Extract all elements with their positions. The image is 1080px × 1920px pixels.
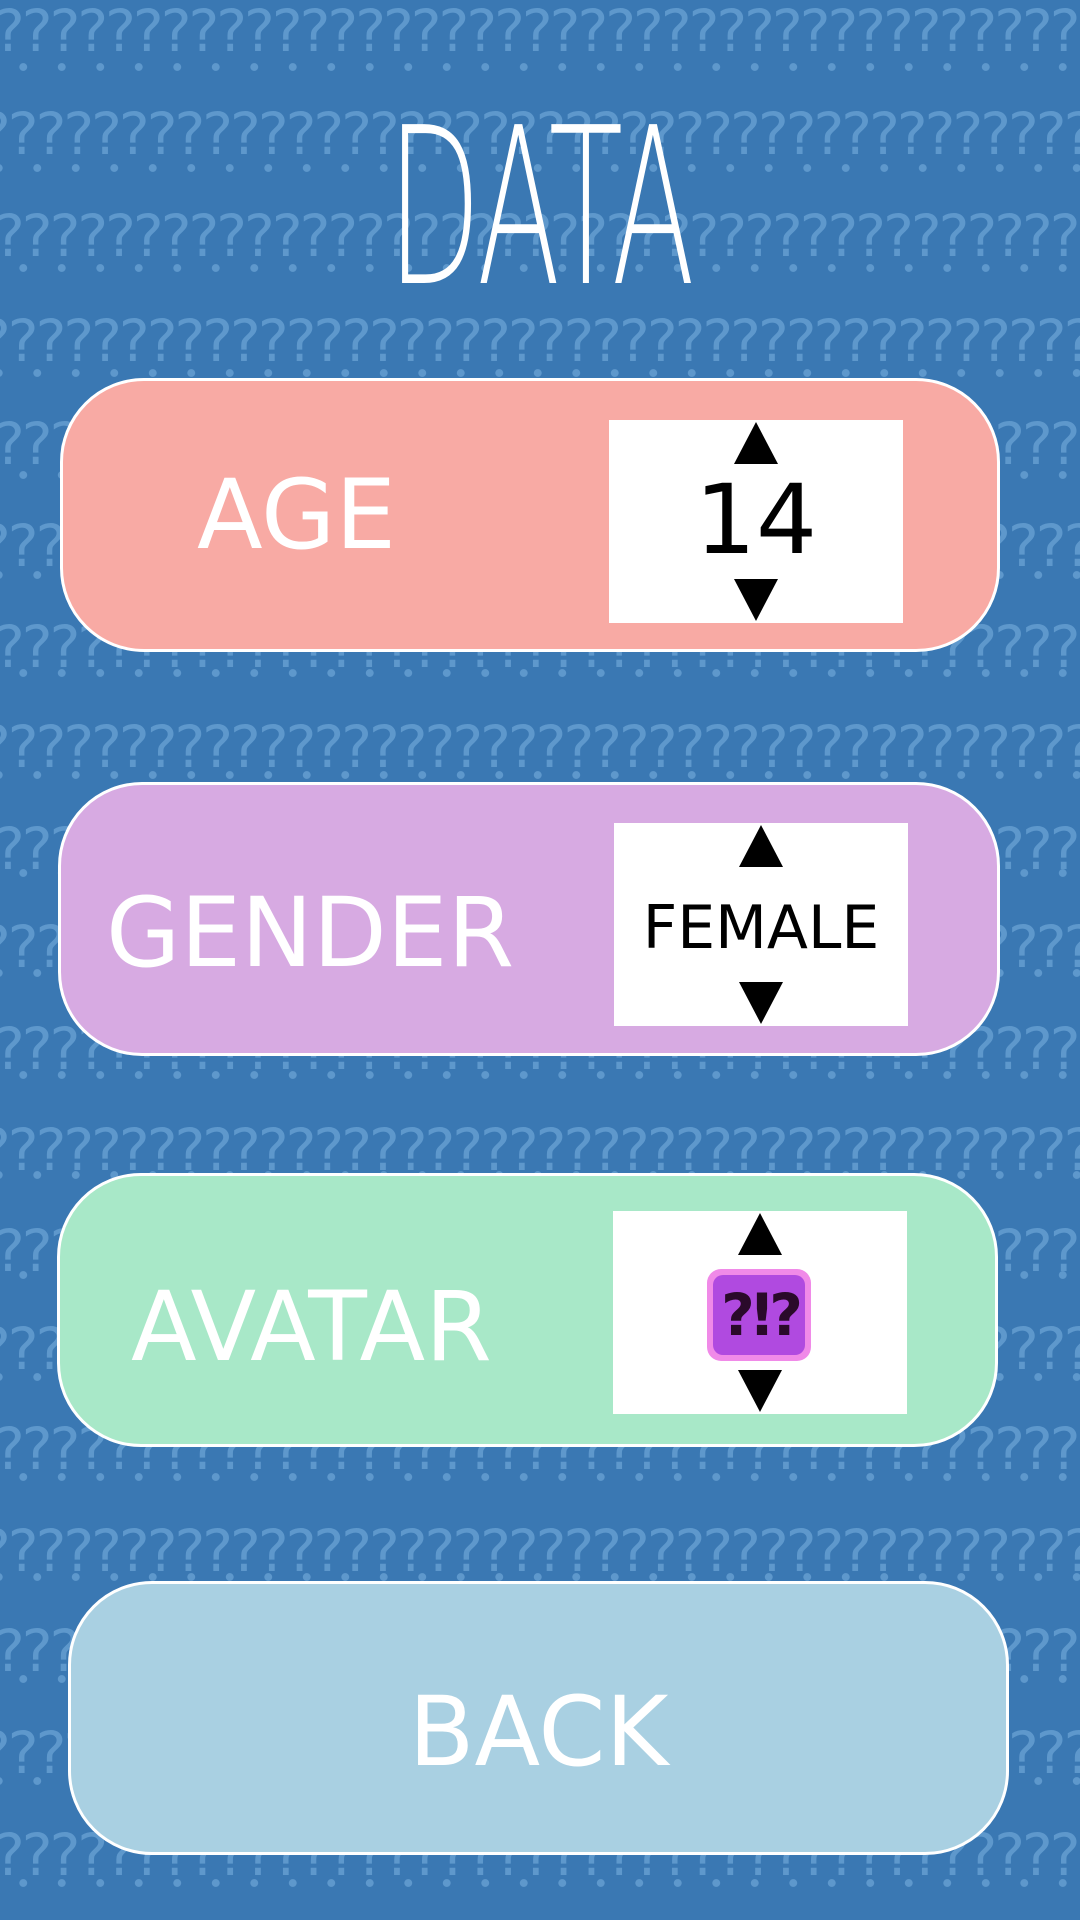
avatar-label: AVATAR <box>131 1271 492 1383</box>
avatar-up-arrow-icon[interactable] <box>738 1213 782 1255</box>
avatar-row: AVATAR ?!? <box>57 1173 998 1447</box>
age-picker[interactable]: 14 <box>609 420 903 623</box>
avatar-down-arrow-icon[interactable] <box>738 1370 782 1412</box>
back-button-label: BACK <box>408 1676 669 1788</box>
pattern-row: ???????????????????????????????????????? <box>0 0 1080 65</box>
age-up-arrow-icon[interactable] <box>734 422 778 464</box>
pattern-dot-row <box>0 62 1080 72</box>
age-down-arrow-icon[interactable] <box>734 579 778 621</box>
gender-picker[interactable]: FEMALE <box>614 823 908 1026</box>
back-button[interactable]: BACK <box>68 1581 1009 1855</box>
avatar-icon: ?!? <box>707 1269 811 1361</box>
gender-down-arrow-icon[interactable] <box>739 982 783 1024</box>
age-value: 14 <box>694 464 818 576</box>
pattern-dot-row <box>0 1472 1080 1482</box>
gender-up-arrow-icon[interactable] <box>739 825 783 867</box>
gender-value: FEMALE <box>642 893 880 963</box>
pattern-dot-row <box>0 368 1080 378</box>
avatar-picker[interactable]: ?!? <box>613 1211 907 1414</box>
gender-row: GENDER FEMALE <box>58 782 1000 1056</box>
pattern-row: ???????????????????????????????????????? <box>0 713 1080 781</box>
age-row: AGE 14 <box>60 378 1000 652</box>
avatar-icon-glyph: ?!? <box>713 1275 805 1355</box>
gender-label: GENDER <box>106 877 515 989</box>
page-title: DATA <box>387 82 695 335</box>
pattern-dot-row <box>0 770 1080 780</box>
pattern-dot-row <box>0 668 1080 678</box>
pattern-dot-row <box>0 1878 1080 1888</box>
pattern-dot-row <box>0 1070 1080 1080</box>
age-label: AGE <box>197 459 397 571</box>
